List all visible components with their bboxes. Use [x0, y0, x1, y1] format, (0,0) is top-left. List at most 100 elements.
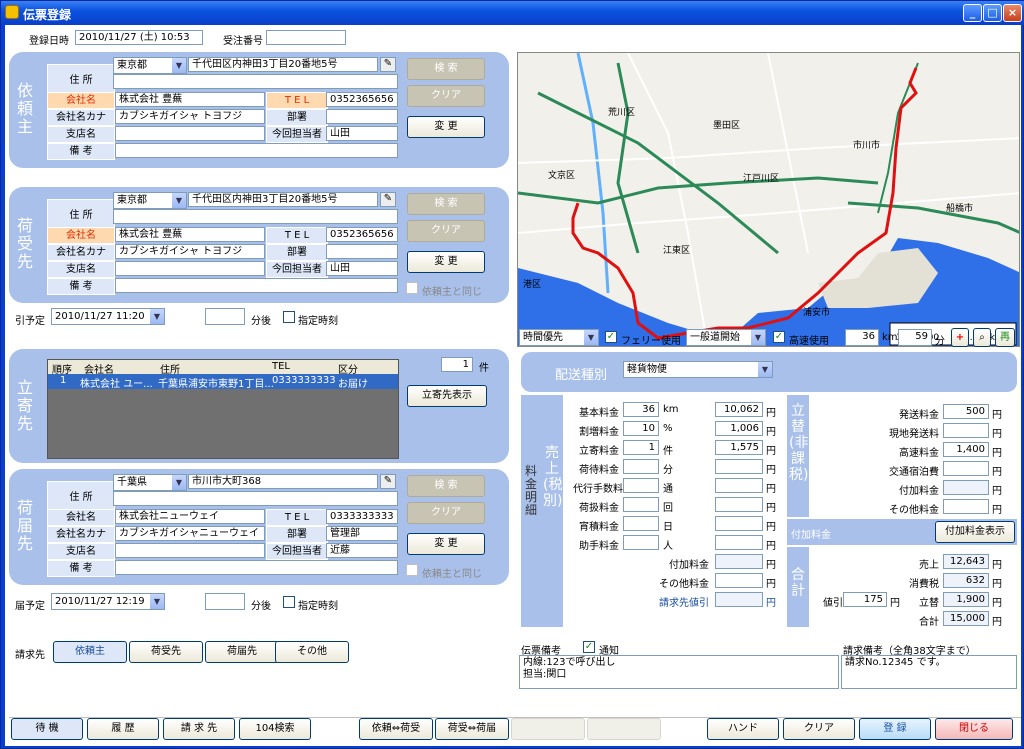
delivery-after-field[interactable]	[205, 593, 245, 610]
dest-clear-button[interactable]: クリア	[407, 502, 485, 524]
dest-dept-field[interactable]: 管理部	[326, 526, 398, 541]
dest-company-field[interactable]: 株式会社ニューウェイ	[115, 509, 265, 524]
dest-same-checkbox[interactable]	[406, 564, 418, 576]
sales-amount-field[interactable]	[715, 459, 763, 474]
reg-date-field[interactable]: 2010/11/27 (土) 10:53	[75, 30, 203, 45]
sales-amount-field[interactable]: 1,006	[715, 421, 763, 436]
magnifier-icon[interactable]: ⌕	[973, 328, 991, 347]
sender-same-checkbox[interactable]	[406, 282, 418, 294]
sender-kana-field[interactable]: カブシキガイシャ トヨフジ	[115, 244, 265, 259]
pen-icon[interactable]: ✎	[380, 474, 396, 489]
swap-client-sender-button[interactable]: 依頼⇔荷受	[359, 718, 433, 740]
notify-checkbox[interactable]: ✓	[583, 641, 595, 653]
dest-change-button[interactable]: 変 更	[407, 533, 485, 555]
stops-count-field[interactable]: 1	[441, 357, 473, 372]
hand-button[interactable]: ハンド	[707, 718, 779, 740]
client-dept-field[interactable]	[326, 109, 398, 124]
pickup-spec-checkbox[interactable]	[283, 311, 295, 323]
client-person-field[interactable]: 山田	[326, 126, 398, 141]
client-company-field[interactable]: 株式会社 豊蕪	[115, 92, 265, 107]
table-row[interactable]: 1 株式会社 ユー... 千葉県浦安市東野1丁目... 0333333333 お…	[48, 374, 398, 390]
client-kana-field[interactable]: カブシキガイシャ トヨフジ	[115, 109, 265, 124]
directory-search-button[interactable]: 104検索	[239, 718, 311, 740]
client-branch-field[interactable]	[115, 126, 265, 141]
billing-button[interactable]: 請 求 先	[163, 718, 235, 740]
bill-note-textarea[interactable]: 請求No.12345 です。	[841, 655, 1017, 689]
client-tel-field[interactable]: 0352365656	[326, 92, 398, 107]
sender-person-field[interactable]: 山田	[326, 261, 398, 276]
sender-address-field[interactable]: 千代田区内神田3丁目20番地5号	[188, 192, 378, 207]
sender-address2-field[interactable]	[113, 209, 398, 224]
sales-amount-field[interactable]: 1,575	[715, 440, 763, 455]
show-surcharge-button[interactable]: 付加料金表示	[935, 521, 1015, 543]
sales-qty-field[interactable]: 36	[623, 402, 659, 417]
discount-field[interactable]: 175	[843, 592, 887, 607]
delivery-spec-checkbox[interactable]	[283, 596, 295, 608]
general-road-select[interactable]: 一般道開始 ▼	[686, 329, 766, 346]
dest-search-button[interactable]: 検 索	[407, 475, 485, 497]
sender-note-field[interactable]	[115, 278, 398, 293]
sales-amount-field[interactable]: 10,062	[715, 402, 763, 417]
close-button[interactable]: 閉じる	[935, 718, 1013, 740]
minimize-icon[interactable]: _	[963, 4, 982, 22]
billing-tab-sender[interactable]: 荷受先	[129, 641, 203, 663]
billing-tab-dest[interactable]: 荷届先	[205, 641, 279, 663]
sales-qty-field[interactable]	[623, 516, 659, 531]
advance-amount-field[interactable]: 500	[943, 404, 989, 419]
extra-amount-field[interactable]	[715, 592, 763, 607]
ferry-checkbox[interactable]: ✓	[605, 331, 617, 343]
sales-amount-field[interactable]	[715, 478, 763, 493]
sender-change-button[interactable]: 変 更	[407, 251, 485, 273]
sales-qty-field[interactable]	[623, 535, 659, 550]
dest-branch-field[interactable]	[115, 543, 265, 558]
client-address2-field[interactable]	[113, 74, 398, 89]
sender-company-field[interactable]: 株式会社 豊蕪	[115, 227, 265, 242]
reroute-button[interactable]: 再	[995, 328, 1015, 347]
advance-amount-field[interactable]	[943, 461, 989, 476]
dest-note-field[interactable]	[115, 560, 398, 575]
advance-amount-field[interactable]: 1,400	[943, 442, 989, 457]
blank-button-2[interactable]	[587, 718, 661, 740]
billing-tab-client[interactable]: 依頼主	[53, 641, 127, 663]
dest-person-field[interactable]: 近藤	[326, 543, 398, 558]
sales-qty-field[interactable]: 1	[623, 440, 659, 455]
swap-sender-dest-button[interactable]: 荷受⇔荷届	[435, 718, 509, 740]
pen-icon[interactable]: ✎	[380, 192, 396, 207]
extra-amount-field[interactable]	[715, 554, 763, 569]
client-change-button[interactable]: 変 更	[407, 116, 485, 138]
client-note-field[interactable]	[115, 143, 398, 158]
route-km-field[interactable]: 36	[845, 329, 879, 346]
sales-qty-field[interactable]	[623, 459, 659, 474]
client-search-button[interactable]: 検 索	[407, 58, 485, 80]
dest-address2-field[interactable]	[113, 491, 398, 506]
advance-amount-field[interactable]	[943, 499, 989, 514]
dest-tel-field[interactable]: 0333333333	[326, 509, 398, 524]
close-icon[interactable]: ×	[1003, 4, 1022, 22]
maximize-icon[interactable]: □	[983, 4, 1002, 22]
slip-note-textarea[interactable]: 内線:123で呼び出し 担当:関口	[519, 655, 839, 689]
sales-qty-field[interactable]	[623, 478, 659, 493]
sales-amount-field[interactable]	[715, 497, 763, 512]
advance-amount-field[interactable]	[943, 480, 989, 495]
pickup-after-field[interactable]	[205, 308, 245, 325]
sales-qty-field[interactable]	[623, 497, 659, 512]
sales-qty-field[interactable]: 10	[623, 421, 659, 436]
advance-amount-field[interactable]	[943, 423, 989, 438]
sender-pref-select[interactable]: 東京都 ▼	[113, 192, 187, 209]
client-clear-button[interactable]: クリア	[407, 85, 485, 107]
add-icon[interactable]: +	[951, 328, 969, 347]
show-stops-button[interactable]: 立寄先表示	[407, 385, 487, 407]
dest-pref-select[interactable]: 千葉県 ▼	[113, 474, 187, 491]
pen-icon[interactable]: ✎	[380, 57, 396, 72]
sender-dept-field[interactable]	[326, 244, 398, 259]
sender-branch-field[interactable]	[115, 261, 265, 276]
billing-tab-other[interactable]: その他	[275, 641, 349, 663]
wait-button[interactable]: 待 機	[11, 718, 83, 740]
sender-clear-button[interactable]: クリア	[407, 220, 485, 242]
client-address-field[interactable]: 千代田区内神田3丁目20番地5号	[188, 57, 378, 72]
sender-search-button[interactable]: 検 索	[407, 193, 485, 215]
register-button[interactable]: 登 録	[859, 718, 931, 740]
highway-checkbox[interactable]: ✓	[773, 331, 785, 343]
delivery-datetime-select[interactable]: 2010/11/27 12:19 ▼	[51, 593, 165, 610]
dest-address-field[interactable]: 市川市大町368	[188, 474, 378, 489]
